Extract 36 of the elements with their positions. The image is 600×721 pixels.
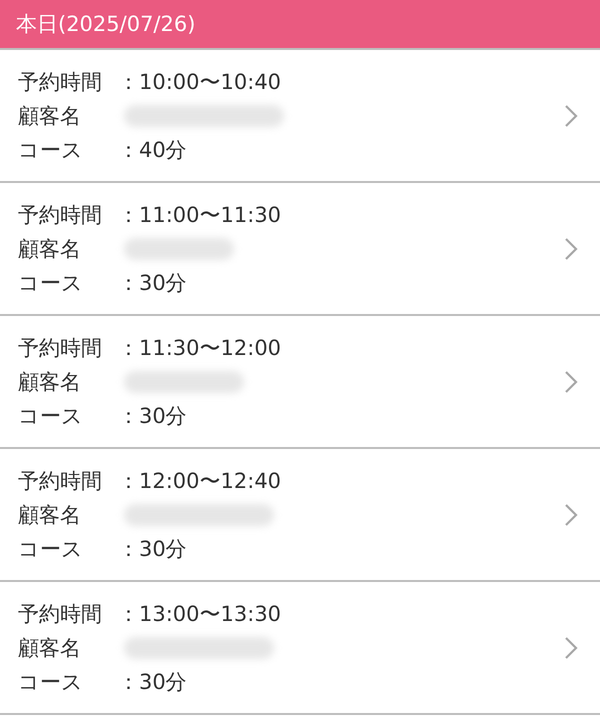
reservation-item[interactable]: 予約時間 ：10:00〜10:40 顧客名 コース ：40分 [0,48,600,181]
time-value: ：12:00〜12:40 [118,468,282,494]
course-label: コース [18,136,83,164]
reservation-item[interactable]: 予約時間 ：11:30〜12:00 顧客名 コース ：30分 [0,314,600,447]
chevron-right-icon [564,636,578,660]
time-value: ：13:00〜13:30 [118,600,282,628]
reservation-item[interactable]: 予約時間 ：12:00〜12:40 顧客名 コース ：30分 [0,447,600,580]
course-value: ：40分 [118,136,187,164]
chevron-right-icon [564,236,578,260]
customer-label: 顧客名 [18,502,81,528]
time-label: 予約時間 [18,600,102,628]
time-label: 予約時間 [18,334,102,362]
chevron-right-icon [564,104,578,128]
chevron-right-icon [564,370,578,394]
time-label: 予約時間 [18,68,102,96]
chevron-right-icon [564,502,578,526]
course-label: コース [18,668,83,696]
header-title: 本日(2025/07/26) [16,11,196,38]
course-label: コース [18,536,83,562]
course-value: ：30分 [118,668,187,696]
customer-label: 顧客名 [18,368,81,396]
time-value: ：11:30〜12:00 [118,334,282,362]
customer-label: 顧客名 [18,634,81,662]
reservation-item[interactable]: 予約時間 ：11:00〜11:30 顧客名 コース ：30分 [0,181,600,314]
time-label: 予約時間 [18,202,102,228]
customer-label: 顧客名 [18,236,81,262]
course-value: ：30分 [118,270,187,296]
time-value: ：11:00〜11:30 [118,202,282,228]
course-label: コース [18,402,83,430]
time-value: ：10:00〜10:40 [118,68,282,96]
customer-label: 顧客名 [18,102,81,130]
reservation-item[interactable]: 予約時間 ：13:00〜13:30 顧客名 コース ：30分 [0,580,600,713]
course-value: ：30分 [118,402,187,430]
course-label: コース [18,270,83,296]
time-label: 予約時間 [18,468,102,494]
course-value: ：30分 [118,536,187,562]
